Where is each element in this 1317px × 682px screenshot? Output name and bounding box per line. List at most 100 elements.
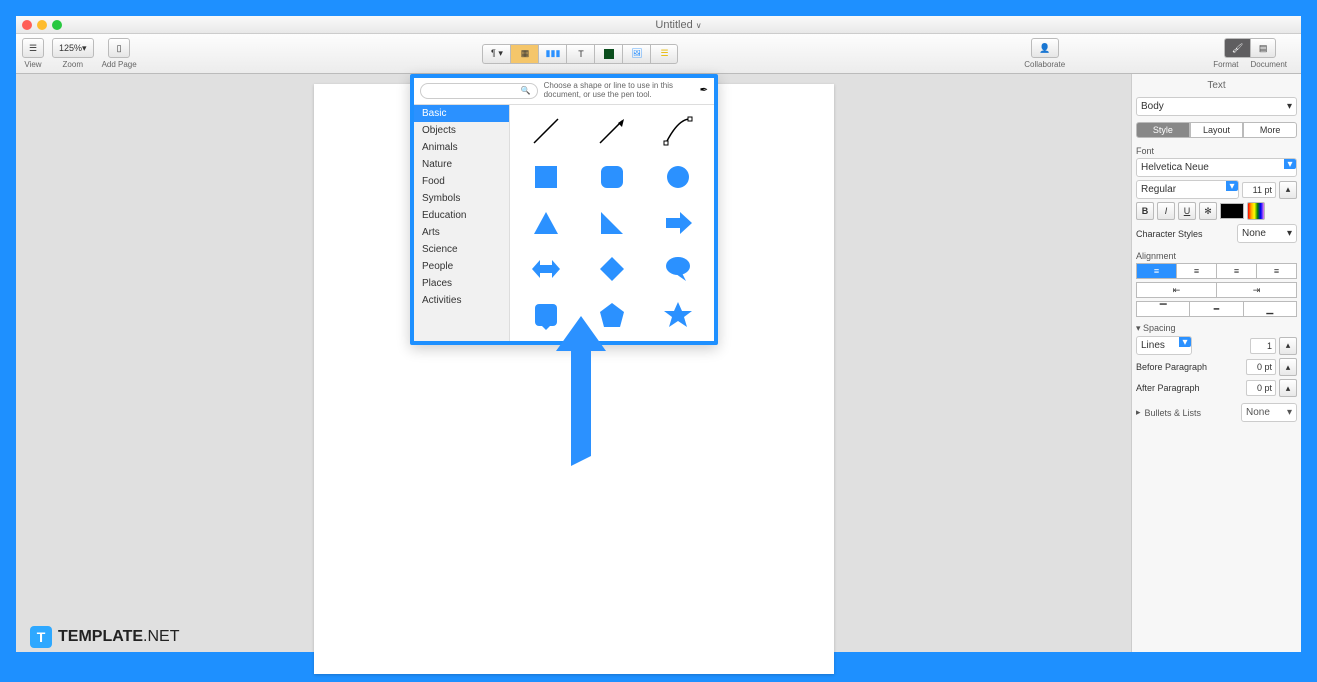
shape-cat-nature[interactable]: Nature — [414, 156, 509, 173]
shape-triangle[interactable] — [514, 201, 578, 245]
align-left-button[interactable]: ≡ — [1136, 263, 1176, 279]
template-logo-icon: T — [30, 626, 52, 648]
shape-speech-bubble[interactable] — [646, 247, 710, 291]
close-window-icon[interactable] — [22, 20, 32, 30]
char-styles-label: Character Styles — [1136, 229, 1234, 239]
shape-cat-arts[interactable]: Arts — [414, 224, 509, 241]
bold-button[interactable]: B — [1136, 202, 1154, 220]
shape-cat-symbols[interactable]: Symbols — [414, 190, 509, 207]
align-right-button[interactable]: ≡ — [1216, 263, 1256, 279]
font-color-picker[interactable] — [1247, 202, 1265, 220]
font-color-swatch[interactable] — [1220, 203, 1244, 219]
align-center-button[interactable]: ≡ — [1176, 263, 1216, 279]
insert-chart-button[interactable]: ▮▮▮ — [538, 44, 566, 64]
document-button[interactable]: ▤ — [1250, 38, 1276, 58]
format-label: Format — [1213, 60, 1238, 69]
valign-bottom-button[interactable]: ▁ — [1243, 301, 1297, 317]
after-paragraph-label: After Paragraph — [1136, 383, 1243, 393]
before-paragraph-label: Before Paragraph — [1136, 362, 1243, 372]
format-inspector: Text Body▾ Style Layout More Font Helvet… — [1131, 74, 1301, 652]
add-page-label: Add Page — [102, 60, 137, 69]
align-justify-button[interactable]: ≡ — [1256, 263, 1297, 279]
after-paragraph-stepper[interactable]: ▴ — [1279, 379, 1297, 397]
shape-cat-activities[interactable]: Activities — [414, 292, 509, 309]
shape-right-triangle[interactable] — [580, 201, 644, 245]
insert-text-button[interactable]: T — [566, 44, 594, 64]
toolbar: ☰ View 125% ▾ Zoom ▯ Add Page ¶ ▾ ▦ ▮▮▮ … — [16, 34, 1301, 74]
view-label: View — [24, 60, 41, 69]
paragraph-style-select[interactable]: Body▾ — [1136, 97, 1297, 116]
zoom-label: Zoom — [63, 60, 83, 69]
window-title: Untitled — [655, 19, 692, 31]
add-page-button[interactable]: ▯ — [108, 38, 130, 58]
shape-line[interactable] — [514, 109, 578, 153]
watermark: T TEMPLATE.NET — [30, 626, 179, 648]
tab-layout[interactable]: Layout — [1190, 122, 1244, 138]
outdent-button[interactable]: ⇤ — [1136, 282, 1216, 298]
tab-style[interactable]: Style — [1136, 122, 1190, 138]
shape-category-list: Basic Objects Animals Nature Food Symbol… — [414, 105, 510, 341]
font-section-label: Font — [1136, 146, 1297, 156]
char-styles-select[interactable]: None▾ — [1237, 224, 1297, 243]
spacing-disclosure[interactable]: ▾ Spacing — [1136, 323, 1297, 334]
tab-more[interactable]: More — [1243, 122, 1297, 138]
shape-rounded-square[interactable] — [580, 155, 644, 199]
pen-tool-icon[interactable]: ✒ — [700, 85, 708, 96]
insert-comment-button[interactable]: ☰ — [650, 44, 678, 64]
shape-cat-people[interactable]: People — [414, 258, 509, 275]
zoom-select[interactable]: 125% ▾ — [52, 38, 94, 58]
shape-cat-animals[interactable]: Animals — [414, 139, 509, 156]
view-button[interactable]: ☰ — [22, 38, 44, 58]
line-spacing-select[interactable]: Lines▾ — [1136, 336, 1192, 355]
insert-media-button[interactable]: 🖼 — [622, 44, 650, 64]
format-button[interactable]: 🖌 — [1224, 38, 1250, 58]
italic-button[interactable]: I — [1157, 202, 1175, 220]
valign-top-button[interactable]: ▔ — [1136, 301, 1189, 317]
document-label: Document — [1251, 60, 1287, 69]
font-family-select[interactable]: Helvetica Neue▾ — [1136, 158, 1297, 177]
shape-square[interactable] — [514, 155, 578, 199]
font-size-stepper[interactable]: ▴ — [1279, 181, 1297, 199]
shapes-search-input[interactable]: 🔍 — [420, 83, 538, 99]
inspector-tab-title: Text — [1136, 80, 1297, 91]
indent-button[interactable]: ⇥ — [1216, 282, 1297, 298]
fullscreen-window-icon[interactable] — [52, 20, 62, 30]
after-paragraph-value[interactable]: 0 pt — [1246, 380, 1276, 396]
font-gear-button[interactable]: ✻ — [1199, 202, 1217, 220]
font-size-input[interactable]: 11 pt — [1242, 182, 1276, 198]
font-style-select[interactable]: Regular▾ — [1136, 180, 1239, 199]
valign-middle-button[interactable]: ━ — [1189, 301, 1242, 317]
shape-arrow-lr[interactable] — [514, 247, 578, 291]
insert-paragraph-button[interactable]: ¶ ▾ — [482, 44, 510, 64]
shape-cat-places[interactable]: Places — [414, 275, 509, 292]
before-paragraph-value[interactable]: 0 pt — [1246, 359, 1276, 375]
collaborate-button[interactable]: 👤 — [1031, 38, 1059, 58]
insert-shape-button[interactable] — [594, 44, 622, 64]
shape-circle[interactable] — [646, 155, 710, 199]
titlebar: Untitled ∨ — [16, 16, 1301, 34]
chevron-down-icon: ▾ — [1287, 101, 1292, 112]
shape-arrow-right[interactable] — [646, 201, 710, 245]
shapes-hint: Choose a shape or line to use in this do… — [544, 82, 694, 100]
shape-curve[interactable] — [646, 109, 710, 153]
shape-arrow-line[interactable] — [580, 109, 644, 153]
minimize-window-icon[interactable] — [37, 20, 47, 30]
traffic-lights — [22, 20, 62, 30]
before-paragraph-stepper[interactable]: ▴ — [1279, 358, 1297, 376]
shape-cat-basic[interactable]: Basic — [414, 105, 509, 122]
shape-cat-science[interactable]: Science — [414, 241, 509, 258]
underline-button[interactable]: U — [1178, 202, 1196, 220]
shape-diamond[interactable] — [580, 247, 644, 291]
bullets-disclosure[interactable]: ▸ Bullets & Lists None▾ — [1136, 403, 1297, 422]
shape-cat-education[interactable]: Education — [414, 207, 509, 224]
insert-table-button[interactable]: ▦ — [510, 44, 538, 64]
line-spacing-value[interactable]: 1 — [1250, 338, 1276, 354]
shape-grid — [510, 105, 714, 341]
annotation-arrow-icon — [556, 316, 606, 466]
shape-cat-food[interactable]: Food — [414, 173, 509, 190]
search-icon: 🔍 — [521, 86, 531, 95]
bullets-select[interactable]: None▾ — [1241, 403, 1297, 422]
shape-cat-objects[interactable]: Objects — [414, 122, 509, 139]
shape-star[interactable] — [646, 293, 710, 337]
line-spacing-stepper[interactable]: ▴ — [1279, 337, 1297, 355]
